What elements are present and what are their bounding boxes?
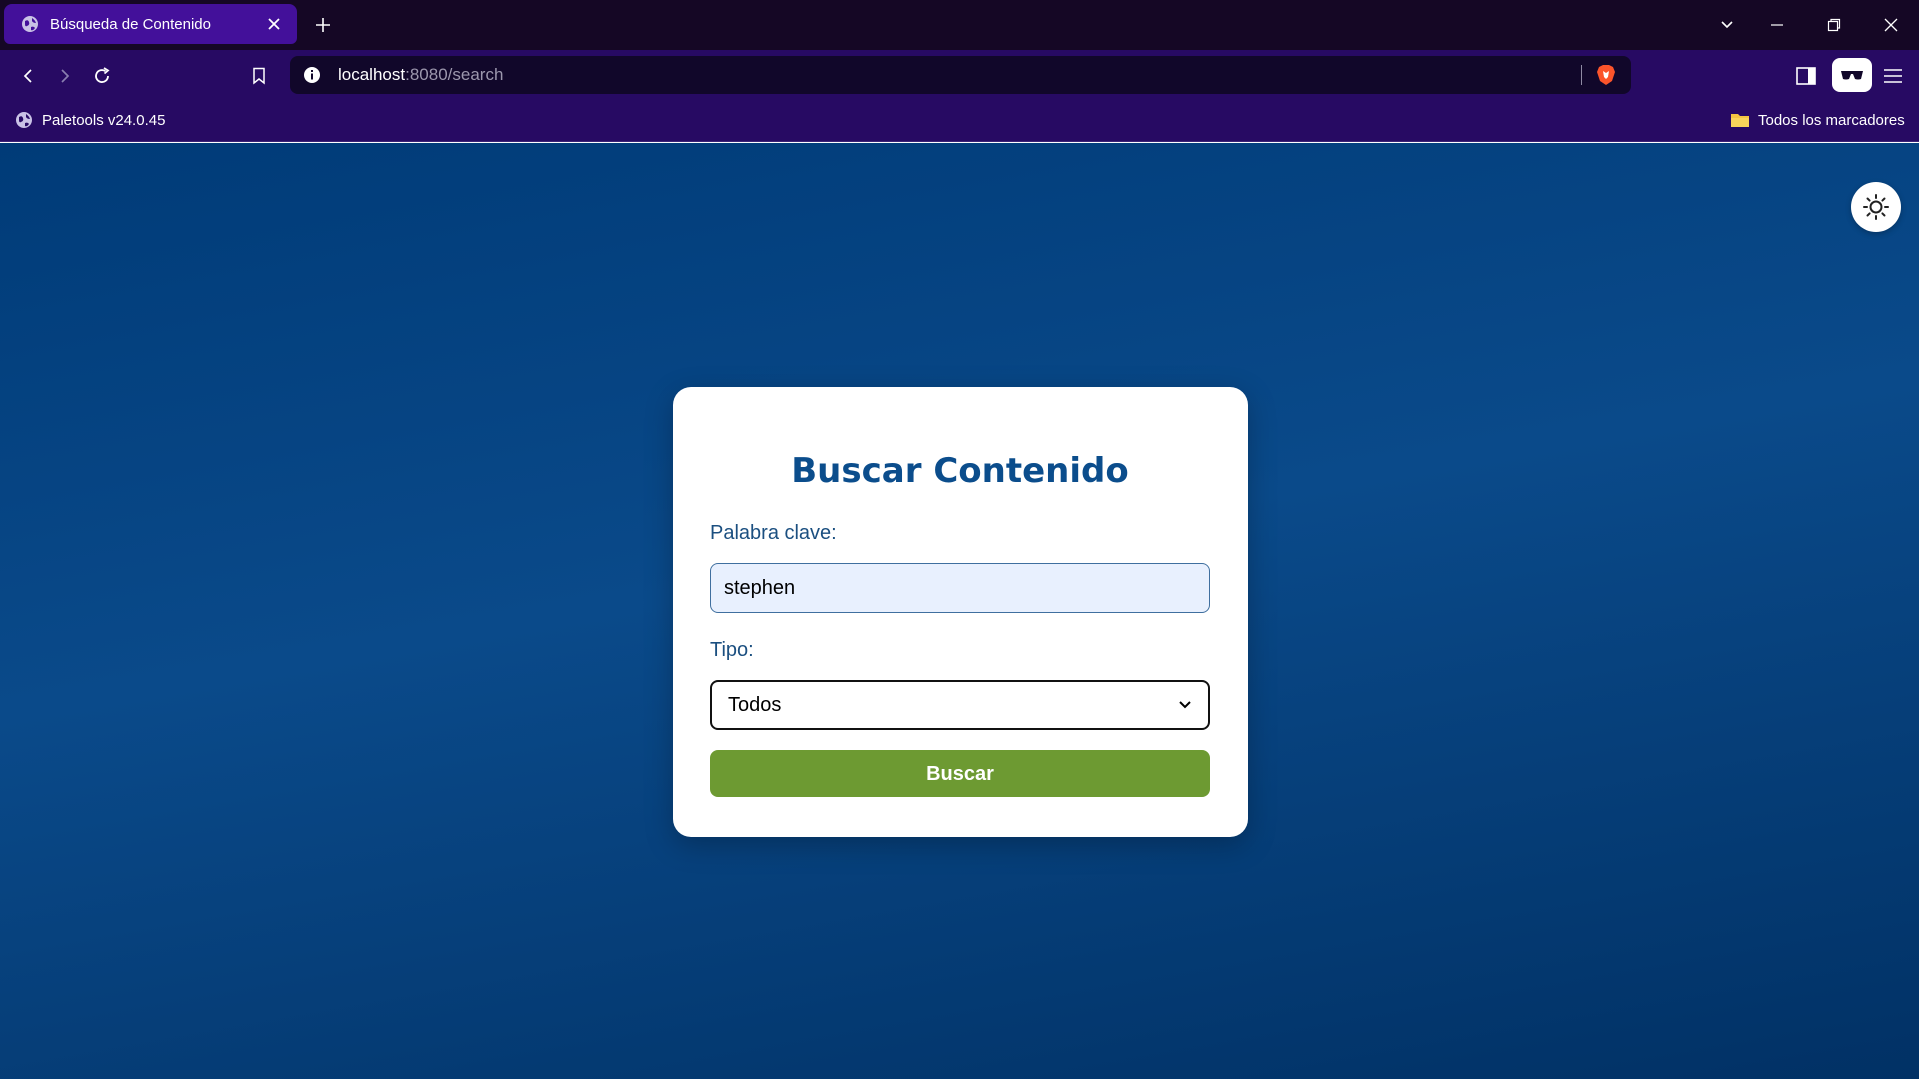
url-path: :8080/search [405, 65, 504, 84]
chevron-down-icon [1178, 698, 1192, 712]
sidebar-toggle-icon[interactable] [1791, 61, 1821, 91]
minimize-button[interactable] [1764, 12, 1790, 38]
bookmark-item-all-bookmarks[interactable]: Todos los marcadores [1730, 110, 1905, 130]
address-bar[interactable]: localhost:8080/search [290, 56, 1631, 94]
bookmark-icon[interactable] [245, 62, 273, 90]
bookmark-label: Paletools v24.0.45 [42, 111, 166, 129]
search-button[interactable]: Buscar [710, 750, 1210, 797]
bookmark-item-paletools[interactable]: Paletools v24.0.45 [14, 110, 165, 130]
reload-button[interactable] [88, 62, 116, 90]
page-viewport: Buscar Contenido Palabra clave: Tipo: To… [0, 143, 1919, 1079]
theme-toggle-button[interactable] [1851, 182, 1901, 232]
url-host: localhost [338, 65, 406, 84]
globe-icon [20, 14, 40, 34]
brave-shield-icon[interactable] [1593, 62, 1619, 88]
reader-mode-button[interactable] [1832, 58, 1872, 92]
omnibox-divider [1581, 65, 1582, 85]
close-icon[interactable] [263, 13, 285, 35]
page-title: Buscar Contenido [791, 451, 1129, 491]
type-label: Tipo: [710, 639, 754, 661]
bookmarks-bar: Paletools v24.0.45 Todos los marcadores [0, 100, 1919, 142]
chevron-down-icon[interactable] [1714, 12, 1740, 38]
tab-strip: Búsqueda de Contenido [0, 0, 1919, 50]
forward-button[interactable] [51, 62, 79, 90]
globe-icon [14, 110, 34, 130]
keyword-label: Palabra clave: [710, 522, 837, 544]
restore-button[interactable] [1821, 12, 1847, 38]
type-select-value: Todos [728, 693, 782, 716]
tab-title: Búsqueda de Contenido [50, 15, 211, 33]
back-button[interactable] [14, 62, 42, 90]
menu-icon[interactable] [1878, 61, 1908, 91]
folder-icon [1730, 110, 1750, 130]
type-select[interactable]: Todos [710, 680, 1210, 730]
info-icon[interactable] [302, 65, 322, 85]
tab-active[interactable]: Búsqueda de Contenido [4, 4, 297, 44]
search-card: Buscar Contenido Palabra clave: Tipo: To… [673, 387, 1248, 837]
sun-icon [1863, 194, 1889, 220]
browser-toolbar: localhost:8080/search [0, 50, 1919, 100]
new-tab-button[interactable] [311, 13, 335, 37]
close-window-button[interactable] [1878, 12, 1904, 38]
keyword-input[interactable] [710, 563, 1210, 613]
bookmark-label: Todos los marcadores [1758, 111, 1905, 129]
